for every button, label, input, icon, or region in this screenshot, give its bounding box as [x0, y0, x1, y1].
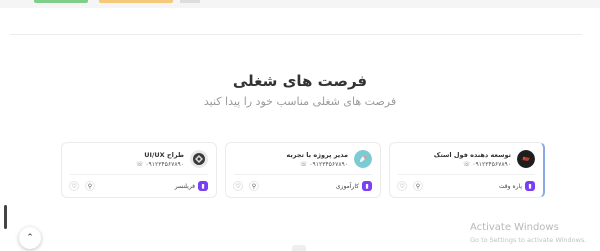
job-title: طراح UI/UX — [144, 151, 184, 159]
watermark-subtitle: Go to Settings to activate Windows. — [470, 236, 587, 244]
job-phone-row: ۰۹۱۲۳۴۵۶۷۸۹۰ ☏ — [136, 161, 184, 168]
job-card[interactable]: توسعه دهنده فول استک ۰۹۱۲۳۴۵۶۷۸۹۰ ☏ ▮ پا… — [389, 142, 545, 198]
phone-icon: ☏ — [135, 161, 144, 168]
job-phone-row: ۰۹۱۲۳۴۵۶۷۸۹۰ ☏ — [463, 161, 511, 168]
heart-icon[interactable]: ♡ — [233, 181, 243, 191]
job-card[interactable]: طراح UI/UX ۰۹۱۲۳۴۵۶۷۸۹۰ ☏ ▮ فریلنسر ⚲ ♡ — [61, 142, 217, 198]
job-title: توسعه دهنده فول استک — [433, 151, 511, 159]
job-phone-row: ۰۹۱۲۳۴۵۶۷۸۹۰ ☏ — [300, 161, 348, 168]
job-type: فریلنسر — [174, 182, 195, 190]
company-logo-icon — [354, 150, 372, 168]
top-small-button[interactable] — [180, 0, 200, 3]
bottom-tab-handle — [292, 245, 306, 251]
top-navbar — [0, 0, 600, 8]
section-subtitle: فرصت های شغلی مناسب خود را پیدا کنید — [203, 95, 397, 108]
section-divider — [10, 34, 582, 35]
chevron-up-icon: ⌃ — [26, 233, 34, 243]
zoom-icon[interactable]: ⚲ — [413, 181, 423, 191]
job-type-tag: ▮ کارآموزی — [336, 181, 372, 191]
job-phone: ۰۹۱۲۳۴۵۶۷۸۹۰ — [309, 161, 348, 168]
job-card[interactable]: مدیر پروژه با تجربه ۰۹۱۲۳۴۵۶۷۸۹۰ ☏ ▮ کار… — [225, 142, 381, 198]
job-type: کارآموزی — [335, 182, 359, 190]
page-scrollbar-thumb[interactable] — [4, 205, 7, 229]
phone-icon: ☏ — [299, 161, 308, 168]
heart-icon[interactable]: ♡ — [397, 181, 407, 191]
zoom-icon[interactable]: ⚲ — [85, 181, 95, 191]
bookmark-icon: ▮ — [362, 181, 372, 191]
zoom-icon[interactable]: ⚲ — [249, 181, 259, 191]
scroll-to-top-button[interactable]: ⌃ — [19, 227, 41, 249]
job-phone: ۰۹۱۲۳۴۵۶۷۸۹۰ — [145, 161, 184, 168]
company-logo-icon — [517, 150, 535, 168]
top-green-button[interactable] — [34, 0, 88, 3]
job-phone: ۰۹۱۲۳۴۵۶۷۸۹۰ — [472, 161, 511, 168]
heart-icon[interactable]: ♡ — [69, 181, 79, 191]
job-title: مدیر پروژه با تجربه — [286, 151, 348, 159]
top-orange-button[interactable] — [99, 0, 173, 3]
company-logo-icon — [190, 150, 208, 168]
watermark-title: Activate Windows — [470, 222, 559, 233]
card-divider — [398, 174, 535, 175]
bookmark-icon: ▮ — [525, 181, 535, 191]
job-type-tag: ▮ فریلنسر — [175, 181, 208, 191]
section-title: فرصت های شغلی — [232, 72, 368, 90]
job-type: پاره وقت — [498, 182, 522, 190]
job-type-tag: ▮ پاره وقت — [499, 181, 535, 191]
card-divider — [70, 174, 208, 175]
phone-icon: ☏ — [462, 161, 471, 168]
bookmark-icon: ▮ — [198, 181, 208, 191]
card-divider — [234, 174, 372, 175]
